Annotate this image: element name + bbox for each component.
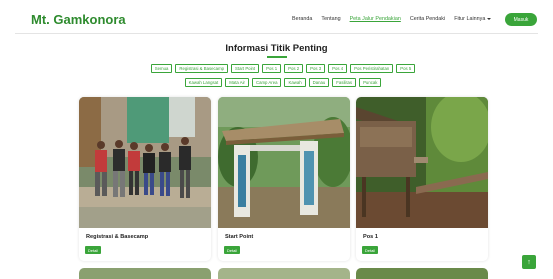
- filter-row-1: Semua Registrasi & Basecamp Start Point …: [138, 64, 428, 73]
- nav-dropdown-fitur-lainnya[interactable]: Fitur Lainnya: [454, 16, 492, 22]
- brand-logo[interactable]: Mt. Gamkonora: [31, 12, 126, 27]
- photo-registrasi-basecamp: [79, 97, 211, 228]
- filter-chip-puncak[interactable]: Puncak: [359, 78, 382, 87]
- filter-chip-pos-peristirahatan[interactable]: Pos Peristirahatan: [350, 64, 394, 73]
- filter-chip-pos-3[interactable]: Pos 3: [306, 64, 326, 73]
- filter-chip-registrasi[interactable]: Registrasi & Basecamp: [175, 64, 229, 73]
- poi-card-partial-1[interactable]: [79, 268, 211, 279]
- navbar-divider: [15, 33, 538, 34]
- poi-card-pos-1[interactable]: Pos 1 Detail: [356, 97, 488, 261]
- poi-card-start-point[interactable]: Start Point Detail: [218, 97, 350, 261]
- filter-chip-danau[interactable]: Danau: [308, 78, 330, 87]
- section-heading: Informasi Titik Penting: [225, 43, 328, 54]
- filter-chip-pos-5[interactable]: Pos 5: [396, 64, 416, 73]
- filter-row-2: Kawah Langsat Mata Air Camp Area Kawah D…: [138, 78, 428, 87]
- detail-button[interactable]: Detail: [224, 246, 240, 254]
- arrow-up-icon: ↑: [527, 258, 531, 266]
- nav-dropdown-label: Fitur Lainnya: [454, 16, 486, 22]
- filter-chip-pos-2[interactable]: Pos 2: [284, 64, 304, 73]
- detail-button[interactable]: Detail: [85, 246, 101, 254]
- navbar: Mt. Gamkonora Beranda Tentang Peta Jalur…: [0, 0, 553, 40]
- filter-chip-start-point[interactable]: Start Point: [231, 64, 260, 73]
- nav-link-tentang[interactable]: Tentang: [321, 16, 340, 22]
- filter-chip-fasilitas[interactable]: Fasilitas: [332, 78, 357, 87]
- photo-pos-1: [356, 97, 488, 228]
- filter-chip-semua[interactable]: Semua: [150, 64, 173, 73]
- poi-card-registrasi[interactable]: Registrasi & Basecamp Detail: [79, 97, 211, 261]
- filter-chip-pos-4[interactable]: Pos 4: [328, 64, 348, 73]
- card-title: Registrasi & Basecamp: [86, 234, 149, 240]
- poi-card-partial-2[interactable]: [218, 268, 350, 279]
- login-button[interactable]: Masuk: [505, 13, 537, 26]
- filter-chip-kawah[interactable]: Kawah: [284, 78, 306, 87]
- poi-card-partial-3[interactable]: [356, 268, 488, 279]
- scroll-top-button[interactable]: ↑: [522, 255, 536, 269]
- heading-underline: [267, 56, 287, 58]
- card-title: Pos 1: [363, 234, 378, 240]
- filter-chip-mata-air[interactable]: Mata Air: [225, 78, 249, 87]
- filter-chip-kawah-langsat[interactable]: Kawah Langsat: [184, 78, 223, 87]
- nav-link-cerita-pendaki[interactable]: Cerita Pendaki: [410, 16, 445, 22]
- filter-chip-camp-area[interactable]: Camp Area: [251, 78, 282, 87]
- nav-link-peta-jalur[interactable]: Peta Jalur Pendakian: [350, 16, 401, 22]
- card-title: Start Point: [225, 234, 254, 240]
- nav-link-beranda[interactable]: Beranda: [292, 16, 312, 22]
- nav-links: Beranda Tentang Peta Jalur Pendakian Cer…: [292, 16, 500, 22]
- detail-button[interactable]: Detail: [362, 246, 378, 254]
- photo-start-point: [218, 97, 350, 228]
- filter-chip-pos-1[interactable]: Pos 1: [262, 64, 282, 73]
- caret-down-icon: [487, 17, 492, 20]
